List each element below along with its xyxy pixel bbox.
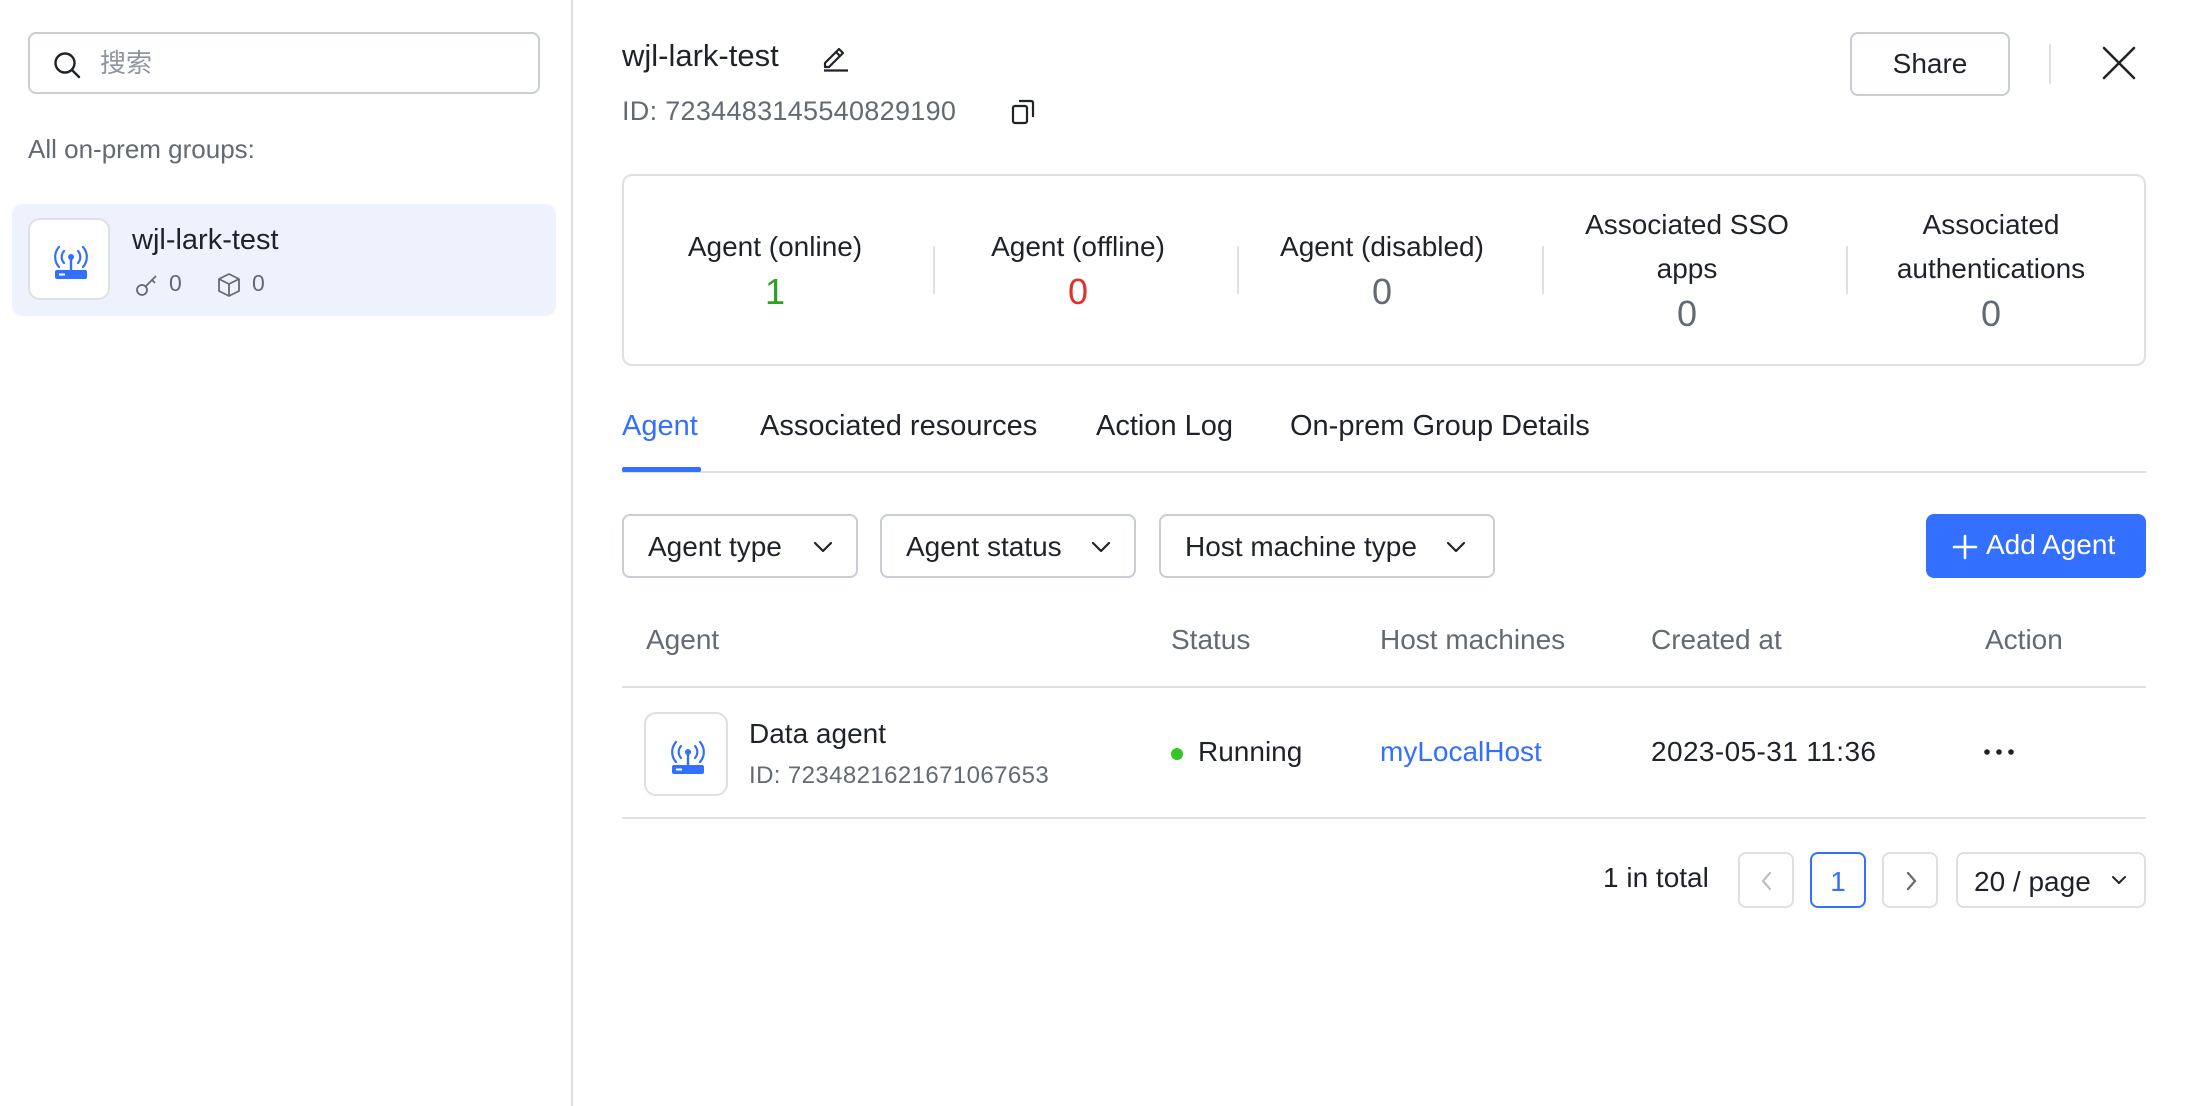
group-key-count: 0 (169, 270, 182, 296)
add-agent-button[interactable]: Add Agent (1926, 514, 2146, 578)
page-number: 1 (1830, 866, 1846, 897)
tab-agent[interactable]: Agent (622, 410, 698, 443)
close-icon[interactable] (2100, 44, 2138, 82)
tabs-divider (622, 471, 2146, 473)
chevron-down-icon (813, 541, 833, 553)
router-icon (671, 740, 705, 774)
tab-action-log[interactable]: Action Log (1096, 410, 1233, 443)
tab-on-prem-group-details[interactable]: On-prem Group Details (1290, 410, 1590, 443)
groups-label: All on-prem groups: (28, 134, 255, 164)
stat-label: Associated SSO apps (1585, 209, 1789, 284)
header-divider (2049, 44, 2051, 84)
box-icon (218, 273, 240, 297)
stat-value: 0 (1067, 271, 1089, 312)
page-title: wjl-lark-test (622, 38, 779, 73)
next-page-button[interactable] (1882, 852, 1938, 908)
stat-label: Agent (offline) (991, 231, 1165, 262)
page-1-button[interactable]: 1 (1810, 852, 1866, 908)
copy-icon[interactable] (1010, 98, 1036, 126)
stat-value: 1 (764, 271, 786, 312)
search-input[interactable] (100, 44, 520, 82)
group-list-item[interactable]: wjl-lark-test 0 0 (12, 204, 556, 316)
stat-authentications: Associated authentications 0 (1840, 176, 2142, 364)
search-icon (54, 52, 81, 79)
group-name: wjl-lark-test (132, 224, 279, 256)
chevron-down-icon (1091, 541, 1111, 553)
column-header-action: Action (1985, 624, 2063, 655)
stat-value: 0 (1980, 293, 2002, 334)
chevron-down-icon (2112, 876, 2126, 884)
status-dot (1171, 748, 1183, 760)
search-box[interactable] (28, 32, 540, 94)
tab-associated-resources[interactable]: Associated resources (760, 410, 1037, 443)
stat-agent-online: Agent (online) 1 (624, 176, 926, 364)
created-at: 2023-05-31 11:36 (1651, 736, 1877, 767)
page-size-label: 20 / page (1974, 866, 2091, 897)
stat-label: Associated authentications (1896, 209, 2086, 284)
column-header-status: Status (1171, 624, 1251, 655)
stats-card: Agent (online) 1 Agent (offline) 0 Agent… (622, 174, 2146, 366)
agent-id: ID: 7234821621671067653 (749, 762, 1050, 789)
column-header-created-at: Created at (1651, 624, 1782, 655)
stat-label: Agent (online) (687, 231, 863, 262)
agent-avatar (644, 712, 728, 796)
prev-page-button[interactable] (1738, 852, 1794, 908)
group-resource-count: 0 (252, 270, 265, 296)
column-header-host-machines: Host machines (1380, 624, 1566, 655)
column-header-agent: Agent (646, 624, 720, 655)
group-id: ID: 7234483145540829190 (622, 96, 957, 126)
stat-value: 0 (1676, 293, 1698, 334)
total-count: 1 in total (1603, 862, 1709, 893)
stat-agent-offline: Agent (offline) 0 (927, 176, 1229, 364)
status-text: Running (1198, 736, 1303, 767)
page-size-select[interactable]: 20 / page (1956, 852, 2146, 908)
share-button[interactable]: Share (1850, 32, 2010, 96)
chevron-left-icon (1761, 871, 1772, 891)
filter-label: Host machine type (1185, 531, 1417, 562)
agent-name: Data agent (749, 718, 886, 749)
filter-label: Agent type (648, 531, 782, 562)
stat-value: 0 (1371, 271, 1393, 312)
chevron-right-icon (1906, 871, 1917, 891)
host-machine-type-filter[interactable]: Host machine type (1159, 514, 1495, 578)
chevron-down-icon (1446, 541, 1466, 553)
table-row-divider (622, 817, 2146, 819)
router-icon (54, 245, 88, 279)
active-tab-indicator (622, 467, 701, 472)
sidebar: All on-prem groups: wjl-lark-test 0 (0, 0, 573, 1106)
stat-label: Agent (disabled) (1280, 231, 1484, 262)
key-icon (136, 275, 157, 296)
filter-label: Agent status (906, 531, 1062, 562)
host-machine-link[interactable]: myLocalHost (1380, 736, 1542, 768)
plus-icon (1952, 534, 1978, 560)
group-avatar (28, 218, 110, 300)
edit-icon[interactable] (820, 42, 850, 72)
stat-agent-disabled: Agent (disabled) 0 (1231, 176, 1533, 364)
stat-sso-apps: Associated SSO apps 0 (1537, 176, 1837, 364)
agent-type-filter[interactable]: Agent type (622, 514, 858, 578)
agent-status-filter[interactable]: Agent status (880, 514, 1136, 578)
add-agent-label: Add Agent (1986, 529, 2116, 560)
more-icon[interactable] (1982, 746, 2016, 758)
table-row: Data agent ID: 7234821621671067653 Runni… (622, 688, 2146, 818)
